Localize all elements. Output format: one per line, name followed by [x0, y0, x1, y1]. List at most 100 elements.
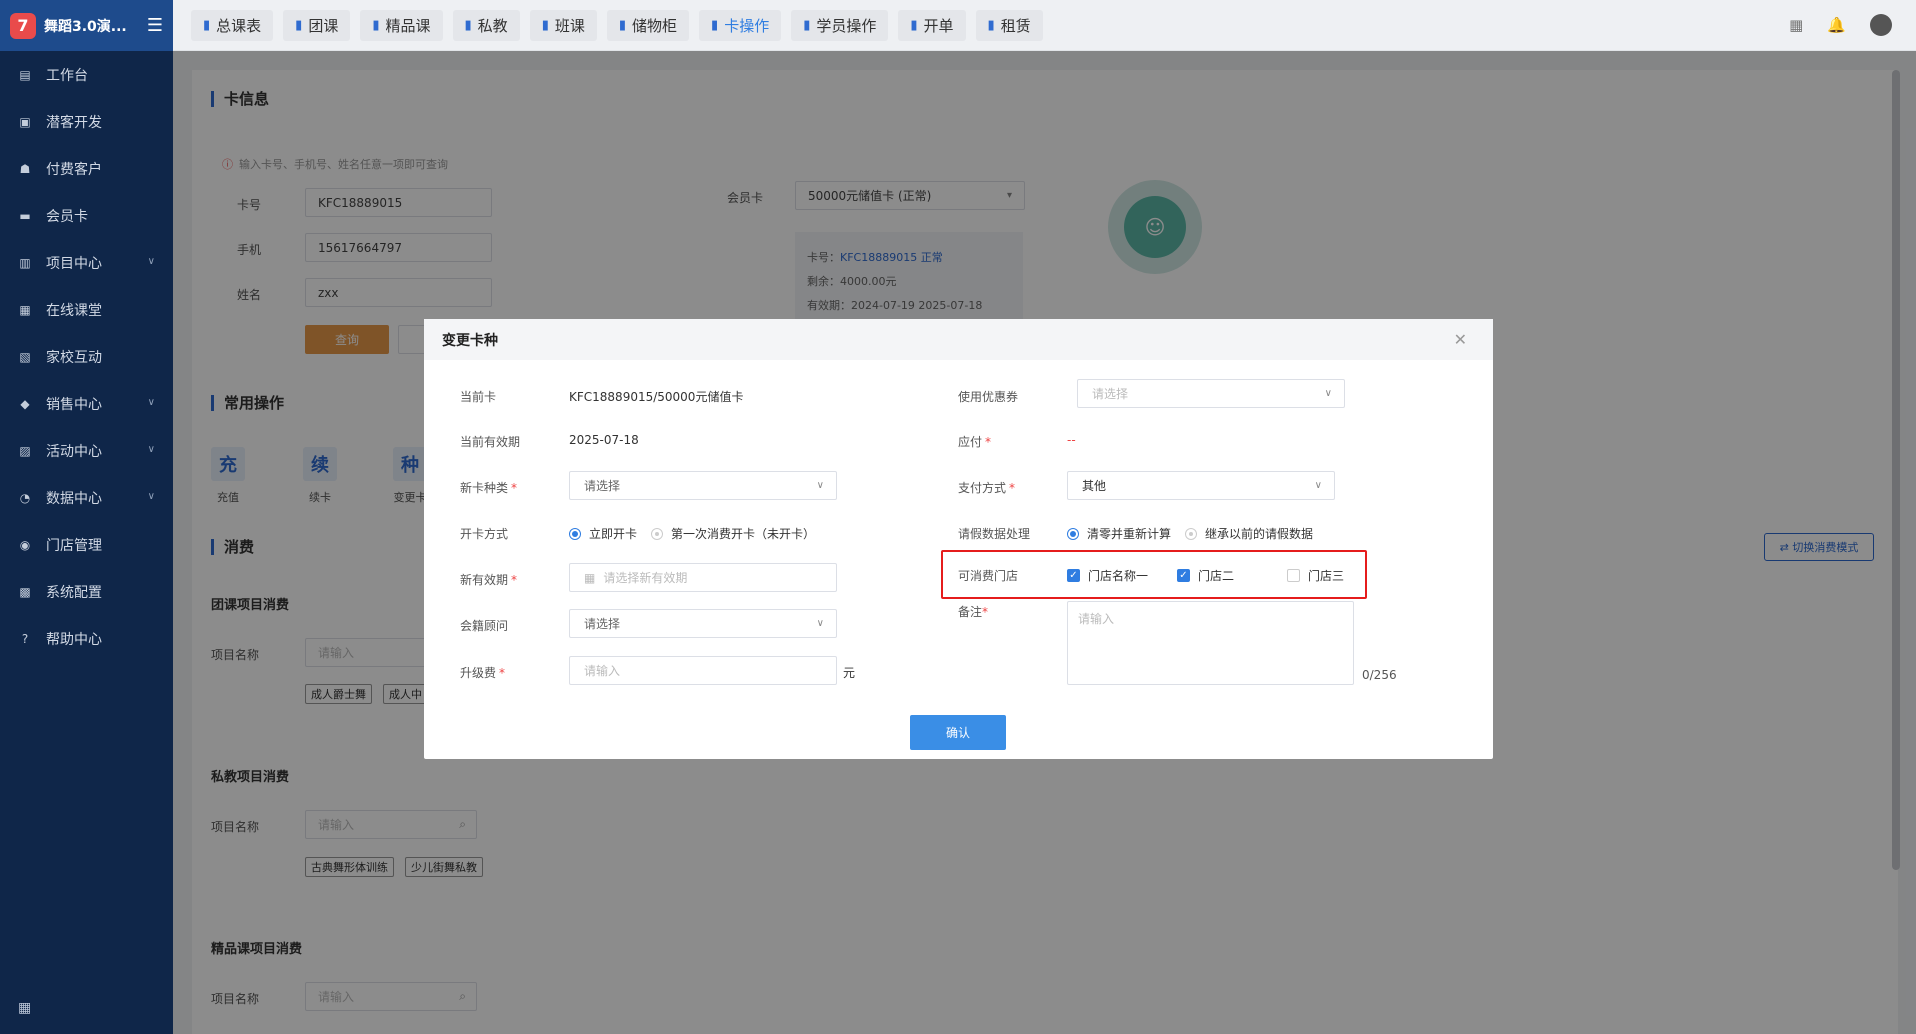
tab-label: 团课 [308, 16, 339, 35]
sidebar-item[interactable]: ◆ 销售中心 ∨ [0, 380, 173, 427]
chevron-down-icon: ∨ [147, 444, 155, 455]
tab-label: 总课表 [216, 16, 262, 35]
sidebar-item-icon: ▧ [19, 349, 31, 364]
tab-icon: ▮ [464, 17, 472, 33]
store-checkbox-1[interactable]: ✓ 门店名称一 [1067, 567, 1148, 584]
apps-grid-icon[interactable]: ▦ [18, 1000, 31, 1016]
checkbox-checked-icon[interactable]: ✓ [1067, 569, 1080, 582]
sidebar-item[interactable]: ▤ 工作台 [0, 51, 173, 98]
tab-label: 储物柜 [632, 16, 678, 35]
sidebar-item[interactable]: ? 帮助中心 [0, 615, 173, 662]
open-now-radio[interactable] [569, 527, 581, 540]
remark-label: 备注* [958, 603, 988, 620]
sidebar-item-label: 付费客户 [46, 161, 102, 178]
tab-icon: ▮ [372, 17, 380, 33]
user-avatar[interactable] [1870, 14, 1892, 36]
sidebar-item[interactable]: ◉ 门店管理 [0, 521, 173, 568]
leave-reset-radio[interactable] [1067, 527, 1079, 540]
sidebar-item[interactable]: ▩ 系统配置 [0, 568, 173, 615]
qrcode-icon[interactable]: ▦ [1789, 16, 1803, 34]
required-mark: * [985, 435, 992, 449]
top-tab[interactable]: ▮ 精品课 [360, 9, 443, 41]
tab-label: 精品课 [385, 16, 431, 35]
top-right-tools: ▦ 🔔 [1789, 14, 1892, 36]
store-3-label[interactable]: 门店三 [1308, 567, 1344, 584]
pay-method-label-text: 支付方式 [958, 481, 1007, 495]
bell-icon[interactable]: 🔔 [1827, 16, 1846, 34]
top-tab[interactable]: ▮ 开单 [898, 9, 966, 41]
tab-icon: ▮ [711, 17, 719, 33]
confirm-button[interactable]: 确认 [910, 715, 1006, 750]
upgrade-fee-unit: 元 [843, 666, 856, 680]
payable-label-text: 应付 [958, 435, 983, 449]
sidebar-item[interactable]: ▣ 潜客开发 [0, 98, 173, 145]
open-mode-radio-group: 立即开卡 第一次消费开卡（未开卡） [569, 525, 815, 542]
sidebar-item[interactable]: ☗ 付费客户 [0, 145, 173, 192]
close-icon[interactable]: ✕ [1454, 330, 1467, 349]
tab-icon: ▮ [910, 17, 918, 33]
required-mark: * [1009, 481, 1016, 495]
upgrade-fee-input[interactable]: 请输入 [569, 656, 837, 685]
top-tab[interactable]: ▮ 私教 [452, 9, 520, 41]
new-valid-label: 新有效期 * [460, 571, 517, 588]
sidebar: 7 舞蹈3.0演... ☰ ▤ 工作台 ▣ 潜客开发 ☗ 付费客户 ▬ 会员卡 ▥ 项目… [0, 0, 173, 1034]
leave-reset-label[interactable]: 清零并重新计算 [1087, 525, 1171, 542]
tab-label: 租赁 [1000, 16, 1031, 35]
sidebar-item-label: 活动中心 [46, 443, 102, 460]
stores-label: 可消费门店 [958, 569, 1019, 583]
current-card-label: 当前卡 [460, 390, 497, 404]
required-mark: * [982, 605, 989, 619]
sidebar-item-label: 会员卡 [46, 208, 88, 225]
tab-icon: ▮ [203, 17, 211, 33]
advisor-label: 会籍顾问 [460, 619, 509, 633]
remark-textarea[interactable]: 请输入 [1067, 601, 1354, 685]
top-tab[interactable]: ▮ 团课 [283, 9, 351, 41]
new-card-type-select[interactable]: 请选择 ∨ [569, 471, 837, 500]
open-first-use-label[interactable]: 第一次消费开卡（未开卡） [671, 525, 815, 542]
advisor-select[interactable]: 请选择 ∨ [569, 609, 837, 638]
checkbox-unchecked-icon[interactable] [1287, 569, 1300, 582]
sidebar-item[interactable]: ▬ 会员卡 [0, 192, 173, 239]
store-checkbox-2[interactable]: ✓ 门店二 [1177, 567, 1234, 584]
sidebar-item[interactable]: ◔ 数据中心 ∨ [0, 474, 173, 521]
sidebar-item[interactable]: ▥ 项目中心 ∨ [0, 239, 173, 286]
top-tab[interactable]: ▮ 学员操作 [791, 9, 889, 41]
leave-inherit-label[interactable]: 继承以前的请假数据 [1205, 525, 1313, 542]
hamburger-menu-icon[interactable]: ☰ [147, 15, 163, 36]
sidebar-item-label: 家校互动 [46, 349, 102, 366]
store-checkbox-3[interactable]: 门店三 [1287, 567, 1344, 584]
sidebar-item[interactable]: ▨ 活动中心 ∨ [0, 427, 173, 474]
chevron-down-icon: ∨ [1314, 480, 1322, 491]
sidebar-item-label: 门店管理 [46, 537, 102, 554]
tab-icon: ▮ [618, 17, 627, 33]
checkbox-checked-icon[interactable]: ✓ [1177, 569, 1190, 582]
new-valid-date-picker[interactable]: ▦ 请选择新有效期 [569, 563, 837, 592]
coupon-select[interactable]: 请选择 ∨ [1077, 379, 1345, 408]
current-valid-label: 当前有效期 [460, 435, 521, 449]
chevron-down-icon: ∨ [147, 491, 155, 502]
leave-inherit-radio[interactable] [1185, 527, 1198, 540]
coupon-label: 使用优惠券 [958, 390, 1019, 404]
top-tab[interactable]: ▮ 班课 [529, 9, 597, 41]
sidebar-item[interactable]: ▦ 在线课堂 [0, 286, 173, 333]
sidebar-item[interactable]: ▧ 家校互动 [0, 333, 173, 380]
top-tab[interactable]: ▮ 租赁 [975, 9, 1043, 41]
tab-icon: ▮ [541, 17, 549, 33]
store-2-label[interactable]: 门店二 [1198, 567, 1234, 584]
open-now-label[interactable]: 立即开卡 [589, 525, 637, 542]
sidebar-item-icon: ▥ [19, 255, 31, 270]
tab-label: 私教 [477, 16, 508, 35]
store-1-label[interactable]: 门店名称一 [1088, 567, 1148, 584]
sidebar-item-icon: ◉ [19, 537, 31, 552]
top-tab[interactable]: ▮ 储物柜 [606, 9, 690, 41]
top-tab[interactable]: ▮ 总课表 [191, 9, 274, 41]
current-valid-value: 2025-07-18 [569, 433, 639, 447]
sidebar-item-label: 数据中心 [46, 490, 102, 507]
open-mode-label: 开卡方式 [460, 527, 509, 541]
calendar-icon: ▦ [584, 570, 596, 585]
open-first-use-radio[interactable] [651, 527, 664, 540]
tab-label: 开单 [923, 16, 954, 35]
pay-method-select[interactable]: 其他 ∨ [1067, 471, 1335, 500]
tab-icon: ▮ [803, 17, 811, 33]
top-tab[interactable]: ▮ 卡操作 [699, 9, 782, 41]
